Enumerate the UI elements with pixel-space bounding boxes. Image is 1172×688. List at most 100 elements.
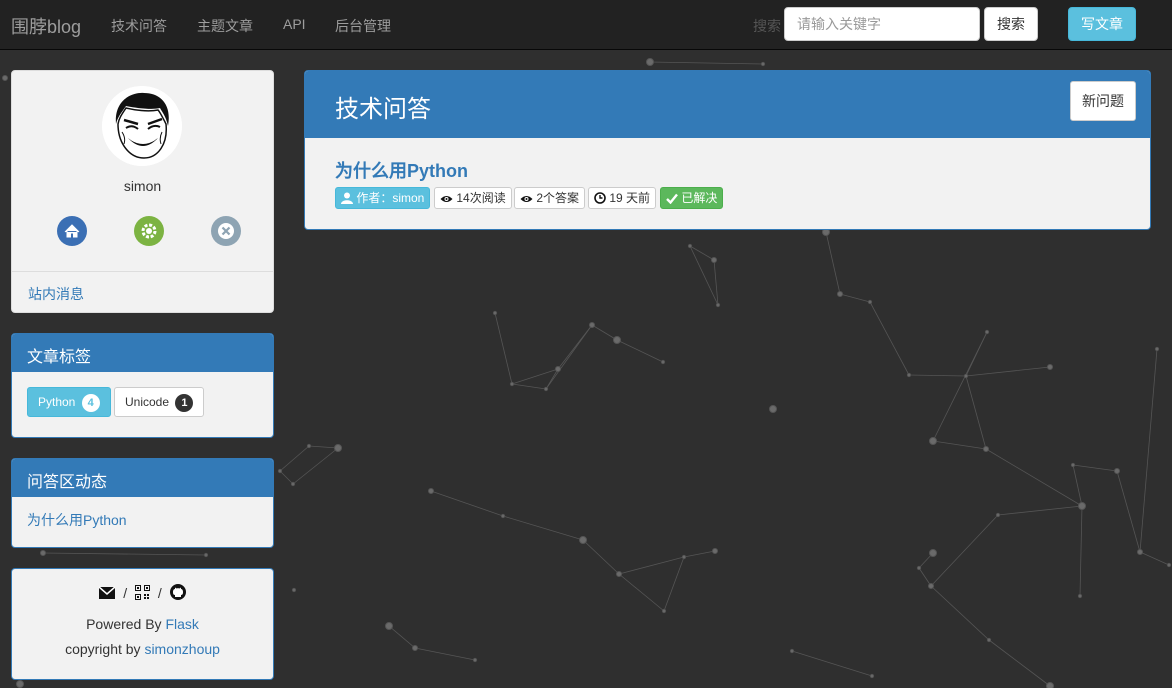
avatar[interactable] — [102, 86, 182, 166]
write-article-button[interactable]: 写文章 — [1068, 7, 1136, 41]
network-node — [869, 673, 875, 679]
network-line — [414, 647, 476, 661]
network-line — [502, 515, 584, 541]
network-line — [932, 440, 987, 450]
tag-label: Python — [38, 395, 76, 409]
network-node — [660, 359, 666, 365]
time-badge: 19 天前 — [588, 187, 657, 209]
network-node — [929, 437, 937, 445]
network-line — [997, 505, 1083, 516]
network-line — [791, 650, 873, 677]
network-line — [988, 639, 1051, 687]
mail-icon[interactable] — [98, 586, 116, 603]
check-icon — [666, 193, 678, 205]
nav-link-articles[interactable]: 主题文章 — [197, 16, 253, 36]
network-node — [1114, 468, 1120, 474]
main-panel-header: 技术问答 新问题 — [305, 71, 1150, 138]
network-node — [867, 299, 873, 305]
network-node — [334, 444, 342, 452]
user-icon — [341, 192, 353, 204]
network-line — [649, 61, 764, 65]
network-line — [1079, 505, 1083, 597]
network-node — [428, 488, 434, 494]
github-icon[interactable] — [169, 584, 186, 603]
messages-link[interactable]: 站内消息 — [28, 284, 84, 304]
tag-count-badge: 4 — [81, 394, 100, 412]
network-node — [687, 243, 693, 249]
eye-icon — [520, 196, 533, 202]
network-node — [928, 583, 934, 589]
author-badge[interactable]: 作者：simon — [335, 187, 431, 209]
network-node — [1166, 562, 1172, 568]
network-line — [279, 470, 294, 485]
network-line — [582, 539, 620, 575]
network-line — [965, 366, 1051, 377]
footer-icons-row: / / — [12, 584, 273, 603]
activity-panel-title: 问答区动态 — [12, 459, 273, 497]
new-question-button[interactable]: 新问题 — [1070, 81, 1136, 121]
eye-icon — [440, 196, 453, 202]
brand-logo[interactable]: 围脖blog — [11, 13, 81, 39]
separator: / — [123, 585, 128, 601]
network-node — [472, 657, 478, 663]
network-node — [613, 336, 621, 344]
main-panel: 技术问答 新问题 为什么用Python 作者：simon 14次阅读 2个答案 … — [304, 70, 1151, 230]
question-title-link[interactable]: 为什么用Python — [335, 157, 468, 183]
status-badge: 已解决 — [660, 187, 724, 209]
network-line — [42, 552, 207, 556]
network-node — [984, 329, 990, 335]
network-node — [681, 554, 687, 560]
network-node — [555, 366, 561, 372]
network-node — [1137, 549, 1143, 555]
network-line — [825, 231, 841, 295]
profile-username: simon — [123, 178, 162, 194]
powered-by-line: Powered By Flask — [12, 616, 273, 632]
network-line — [930, 585, 990, 641]
network-node — [543, 386, 549, 392]
home-icon[interactable] — [57, 216, 87, 246]
flask-link[interactable]: Flask — [165, 616, 198, 632]
copyright-line: copyright by simonzhoup — [12, 641, 273, 657]
network-line — [279, 445, 310, 472]
network-line — [388, 625, 416, 649]
network-node — [906, 372, 912, 378]
network-line — [545, 324, 593, 390]
logout-icon[interactable] — [211, 216, 241, 246]
network-line — [683, 550, 716, 558]
tag-unicode[interactable]: Unicode 1 — [114, 387, 205, 417]
network-node — [1154, 346, 1160, 352]
network-node — [579, 536, 587, 544]
network-node — [509, 381, 515, 387]
network-line — [494, 312, 513, 385]
network-line — [308, 445, 339, 449]
search-button[interactable]: 搜索 — [984, 7, 1038, 41]
settings-icon[interactable] — [134, 216, 164, 246]
answer-count-badge: 2个答案 — [514, 187, 586, 209]
network-node — [290, 481, 296, 487]
network-line — [618, 573, 665, 612]
network-node — [715, 302, 721, 308]
author-link[interactable]: simonzhoup — [144, 641, 220, 657]
tag-label: Unicode — [125, 395, 170, 409]
network-node — [789, 648, 795, 654]
search-label: 搜索 — [753, 18, 781, 34]
network-node — [1047, 364, 1053, 370]
network-line — [932, 331, 988, 442]
network-line — [689, 245, 719, 306]
powered-by-text: Powered By — [86, 616, 162, 632]
clock-icon — [594, 192, 606, 204]
tag-python[interactable]: Python 4 — [27, 387, 111, 417]
qrcode-icon[interactable] — [135, 585, 150, 603]
page-title: 技术问答 — [335, 96, 431, 123]
activity-item-link[interactable]: 为什么用Python — [27, 510, 127, 530]
network-node — [929, 549, 937, 557]
network-line — [965, 375, 987, 450]
network-node — [306, 443, 312, 449]
nav-link-api[interactable]: API — [283, 16, 306, 32]
network-node — [916, 565, 922, 571]
network-line — [663, 556, 685, 612]
tags-panel: 文章标签 Python 4 Unicode 1 — [11, 333, 274, 438]
nav-link-admin[interactable]: 后台管理 — [335, 16, 391, 36]
nav-link-qa[interactable]: 技术问答 — [111, 16, 167, 36]
search-input[interactable] — [784, 7, 980, 41]
